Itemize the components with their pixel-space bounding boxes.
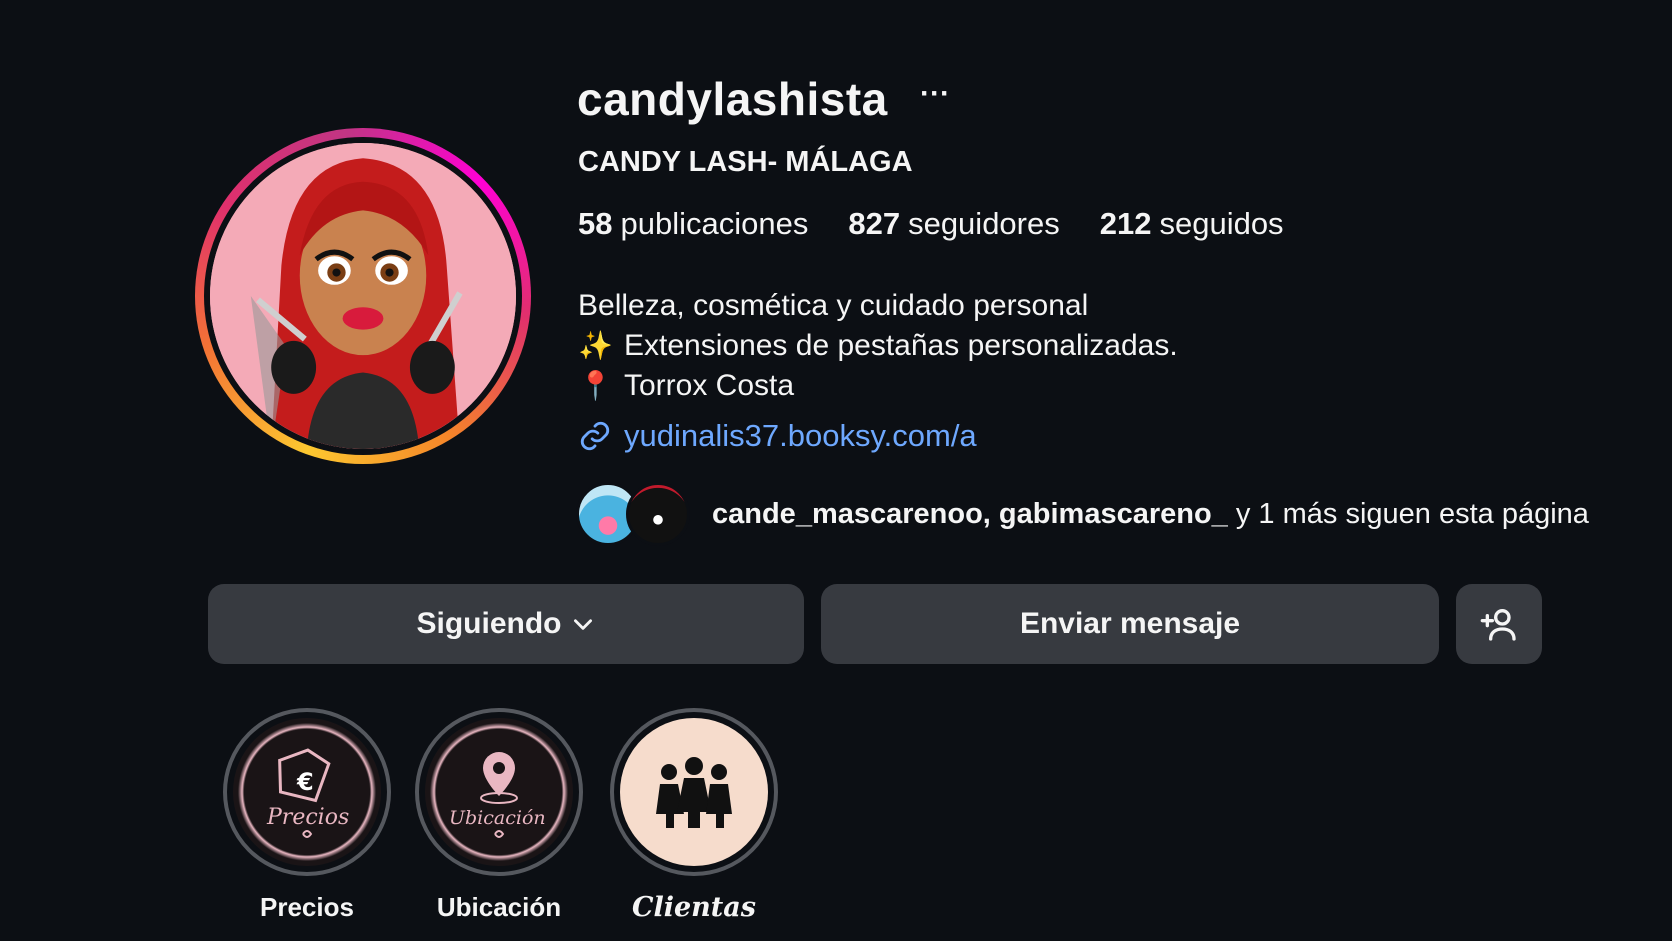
bio-line: ✨ Extensiones de pestañas personalizadas… <box>578 326 1178 366</box>
followers-label: seguidores <box>908 206 1060 241</box>
posts-label: publicaciones <box>620 206 809 241</box>
svg-text:€: € <box>296 768 314 796</box>
following-count: 212 <box>1099 206 1152 241</box>
more-options-icon[interactable]: ··· <box>920 79 950 109</box>
highlight-clientas[interactable]: Clientas <box>610 708 778 923</box>
suggest-users-button[interactable] <box>1456 584 1542 664</box>
mutual-followers[interactable]: cande_mascarenoo, gabimascareno_ y 1 más… <box>576 482 1589 546</box>
bio: Belleza, cosmética y cuidado personal ✨ … <box>578 286 1178 406</box>
profile-avatar[interactable] <box>195 128 531 464</box>
send-message-button[interactable]: Enviar mensaje <box>821 584 1439 664</box>
sparkles-icon: ✨ <box>578 330 613 361</box>
mutual-names: cande_mascarenoo, gabimascareno_ <box>712 497 1228 530</box>
followers-count: 827 <box>848 206 901 241</box>
location-pin-icon: Ubicación <box>449 752 546 838</box>
bio-location: 📍 Torrox Costa <box>578 366 1178 406</box>
price-tag-euro-icon: € Precios <box>266 748 349 838</box>
highlight-label: Clientas <box>632 892 756 923</box>
following-stat[interactable]: 212 seguidos <box>1100 206 1284 242</box>
highlight-ubicacion[interactable]: Ubicación Ubicación <box>415 708 583 923</box>
profile-stats: 58 publicaciones 827 seguidores 212 seguido… <box>578 206 1284 242</box>
mutual-avatar <box>626 482 690 546</box>
category: Belleza, cosmética y cuidado personal <box>578 289 1089 322</box>
highlight-precios[interactable]: € Precios Precios <box>223 708 391 923</box>
highlight-cover: Ubicación <box>425 718 573 866</box>
full-name: CANDY LASH- MÁLAGA <box>578 146 913 178</box>
pin-icon: 📍 <box>578 370 613 401</box>
location-text: Torrox Costa <box>624 369 795 402</box>
add-person-icon <box>1480 609 1516 641</box>
mutual-text: cande_mascarenoo, gabimascareno_ y 1 más… <box>712 498 1589 531</box>
highlight-cover <box>620 718 768 866</box>
cover-text: Precios <box>266 805 349 830</box>
profile-link[interactable]: yudinalis37.booksy.com/a <box>578 418 977 454</box>
posts-count: 58 <box>578 206 613 241</box>
following-button[interactable]: Siguiendo <box>208 584 804 664</box>
chevron-down-icon <box>573 619 592 630</box>
posts-stat[interactable]: 58 publicaciones <box>578 206 808 242</box>
followers-stat[interactable]: 827 seguidores <box>848 206 1059 242</box>
link-text: yudinalis37.booksy.com/a <box>624 418 977 453</box>
cover-text: Ubicación <box>449 807 546 829</box>
highlight-label: Ubicación <box>436 892 562 922</box>
send-message-label: Enviar mensaje <box>1019 607 1241 640</box>
mutual-suffix: y 1 más siguen esta página <box>1235 497 1589 530</box>
highlight-label: Precios <box>260 892 354 922</box>
highlight-cover: € Precios <box>233 718 381 866</box>
username: candylashista <box>577 73 888 125</box>
following-label: Siguiendo <box>416 607 562 640</box>
link-icon <box>580 421 610 451</box>
following-label: seguidos <box>1159 206 1284 241</box>
bio-text: Extensiones de pestañas personalizadas. <box>624 329 1178 362</box>
three-women-icon <box>656 757 732 828</box>
avatar-illustration <box>210 143 516 449</box>
